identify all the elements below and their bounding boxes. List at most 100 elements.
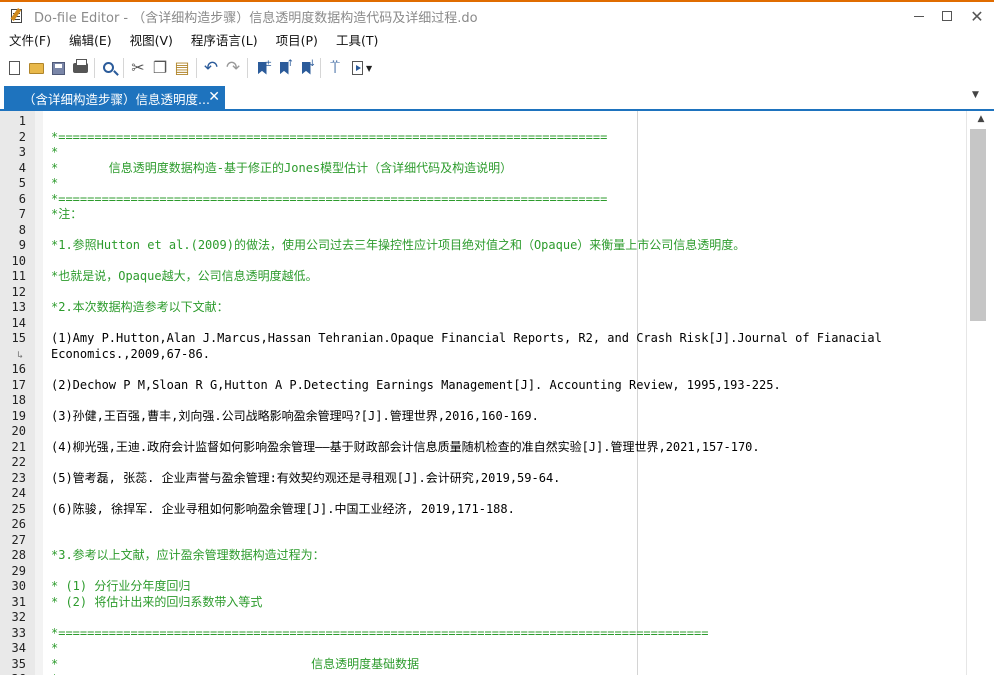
- code-line[interactable]: 32: [0, 610, 966, 626]
- line-number: 9: [18, 238, 26, 252]
- code-line[interactable]: 29: [0, 564, 966, 580]
- toolbar-separator: [196, 58, 197, 78]
- tab-close-icon[interactable]: ✕: [208, 89, 220, 105]
- scroll-up-icon[interactable]: ▲: [967, 111, 994, 127]
- new-file-button[interactable]: [3, 56, 25, 80]
- code-line[interactable]: 22: [0, 455, 966, 471]
- toolbar: ✂ ❐ ▤ ↶ ↷ ± ↑ ↓ ⍡ ▼: [0, 54, 994, 82]
- code-line[interactable]: 15 (1)Amy P.Hutton,Alan J.Marcus,Hassan T…: [0, 331, 966, 347]
- minimize-button[interactable]: [904, 2, 934, 30]
- code-line[interactable]: 35 * 信息透明度基础数据: [0, 657, 966, 673]
- comment-text: *1.参照Hutton et al.(2009)的做法，使用公司过去三年操控性应…: [51, 238, 746, 252]
- line-number: 19: [11, 408, 26, 423]
- code-line[interactable]: 26: [0, 517, 966, 533]
- code-line[interactable]: 25 (6)陈骏, 徐捍军. 企业寻租如何影响盈余管理[J].中国工业经济, 20…: [0, 502, 966, 518]
- redo-icon: ↷: [225, 57, 241, 78]
- execute-icon: [351, 61, 363, 75]
- print-icon: [72, 59, 88, 73]
- undo-button[interactable]: ↶: [200, 56, 222, 80]
- code-line[interactable]: 17 (2)Dechow P M,Sloan R G,Hutton A P.Det…: [0, 378, 966, 394]
- line-number: 1: [18, 114, 26, 128]
- menu-view[interactable]: 视图(V): [121, 30, 182, 52]
- line-number: 27: [11, 532, 26, 547]
- line-number: 34: [11, 641, 26, 655]
- comment-text: * (1) 分行业分年度回归: [51, 579, 191, 593]
- code-line[interactable]: 3 *: [0, 145, 966, 161]
- code-area[interactable]: 1 2 *=====================================…: [0, 111, 966, 675]
- save-icon: [51, 61, 65, 75]
- code-line[interactable]: 1: [0, 114, 966, 130]
- execute-button[interactable]: [346, 56, 368, 80]
- code-line[interactable]: 21 (4)柳光强,王迪.政府会计监督如何影响盈余管理——基于财政部会计信息质量随…: [0, 440, 966, 456]
- code-line[interactable]: 6 *======================================…: [0, 192, 966, 208]
- code-line[interactable]: 18: [0, 393, 966, 409]
- next-bookmark-button[interactable]: ↓: [295, 56, 317, 80]
- tab-list-dropdown-icon[interactable]: ▼: [972, 90, 979, 100]
- show-preview-icon: ⍡: [330, 58, 340, 77]
- code-line[interactable]: 5 *: [0, 176, 966, 192]
- code-line[interactable]: 23 (5)管考磊, 张蕊. 企业声誉与盈余管理:有效契约观还是寻租观[J].会计…: [0, 471, 966, 487]
- code-line[interactable]: 11 *也就是说，Opaque越大，公司信息透明度越低。: [0, 269, 966, 285]
- maximize-button[interactable]: [932, 2, 962, 30]
- save-button[interactable]: [47, 56, 69, 80]
- maximize-icon: [942, 11, 952, 21]
- previous-bookmark-button[interactable]: ↑: [273, 56, 295, 80]
- code-line[interactable]: 7 *注：: [0, 207, 966, 223]
- code-editor[interactable]: 1 2 *=====================================…: [0, 111, 994, 675]
- code-line[interactable]: 16: [0, 362, 966, 378]
- toggle-bookmark-button[interactable]: ±: [251, 56, 273, 80]
- comment-text: *=======================================…: [51, 129, 608, 144]
- code-line[interactable]: 10: [0, 254, 966, 270]
- code-line[interactable]: 4 * 信息透明度数据构造-基于修正的Jones模型估计（含详细代码及构造说明）: [0, 161, 966, 177]
- code-line[interactable]: 12: [0, 285, 966, 301]
- line-number: 32: [11, 610, 26, 624]
- toolbar-separator: [247, 58, 248, 78]
- menu-language[interactable]: 程序语言(L): [182, 30, 267, 52]
- line-number: 29: [11, 563, 26, 578]
- code-line[interactable]: 33 *=====================================…: [0, 626, 966, 642]
- comment-text: *: [51, 176, 59, 190]
- code-line[interactable]: 24: [0, 486, 966, 502]
- code-line[interactable]: 28 *3.参考以上文献，应计盈余管理数据构造过程为：: [0, 548, 966, 564]
- vertical-scrollbar[interactable]: ▲: [966, 111, 994, 675]
- close-window-button[interactable]: ✕: [962, 2, 992, 30]
- redo-button[interactable]: ↷: [222, 56, 244, 80]
- code-line[interactable]: 2 *======================================…: [0, 130, 966, 146]
- code-line[interactable]: 13 *2.本次数据构造参考以下文献：: [0, 300, 966, 316]
- code-line[interactable]: 19 (3)孙健,王百强,曹丰,刘向强.公司战略影响盈余管理吗?[J].管理世界,…: [0, 409, 966, 425]
- print-button[interactable]: [69, 56, 91, 80]
- preview-button[interactable]: ⍡: [324, 56, 346, 80]
- code-line[interactable]: 27: [0, 533, 966, 549]
- menu-edit[interactable]: 编辑(E): [60, 30, 121, 52]
- line-number: 3: [18, 145, 26, 159]
- code-line[interactable]: 34 *: [0, 641, 966, 657]
- code-line[interactable]: 30 * (1) 分行业分年度回归: [0, 579, 966, 595]
- cut-button[interactable]: ✂: [127, 56, 149, 80]
- scrollbar-thumb[interactable]: [970, 129, 986, 321]
- open-folder-icon: [28, 62, 44, 74]
- code-line[interactable]: 31 * (2) 将估计出来的回归系数带入等式: [0, 595, 966, 611]
- tab-do-file[interactable]: （含详细构造步骤）信息透明度... ✕: [4, 86, 225, 111]
- find-button[interactable]: [98, 56, 120, 80]
- menu-tools[interactable]: 工具(T): [327, 30, 387, 52]
- open-button[interactable]: [25, 56, 47, 80]
- line-number: 28: [11, 548, 26, 562]
- code-line[interactable]: ↳ Economics.,2009,67-86.: [0, 347, 966, 363]
- line-number: 2: [18, 129, 26, 144]
- comment-text: *注：: [51, 207, 83, 221]
- copy-button[interactable]: ❐: [149, 56, 171, 80]
- tab-strip: （含详细构造步骤）信息透明度... ✕ ▼: [0, 83, 994, 111]
- code-line[interactable]: 9 *1.参照Hutton et al.(2009)的做法，使用公司过去三年操控性…: [0, 238, 966, 254]
- menu-project[interactable]: 项目(P): [267, 30, 327, 52]
- code-line[interactable]: 20: [0, 424, 966, 440]
- line-number: 24: [11, 486, 26, 500]
- code-line[interactable]: 8: [0, 223, 966, 239]
- paste-button[interactable]: ▤: [171, 56, 193, 80]
- line-wrap-icon: ↳: [17, 349, 24, 361]
- line-number: 14: [11, 315, 26, 330]
- paste-icon: ▤: [174, 58, 190, 77]
- line-number: 13: [11, 300, 26, 314]
- code-line[interactable]: 14: [0, 316, 966, 332]
- do-file-editor-icon: [10, 8, 26, 24]
- menu-file[interactable]: 文件(F): [0, 30, 60, 52]
